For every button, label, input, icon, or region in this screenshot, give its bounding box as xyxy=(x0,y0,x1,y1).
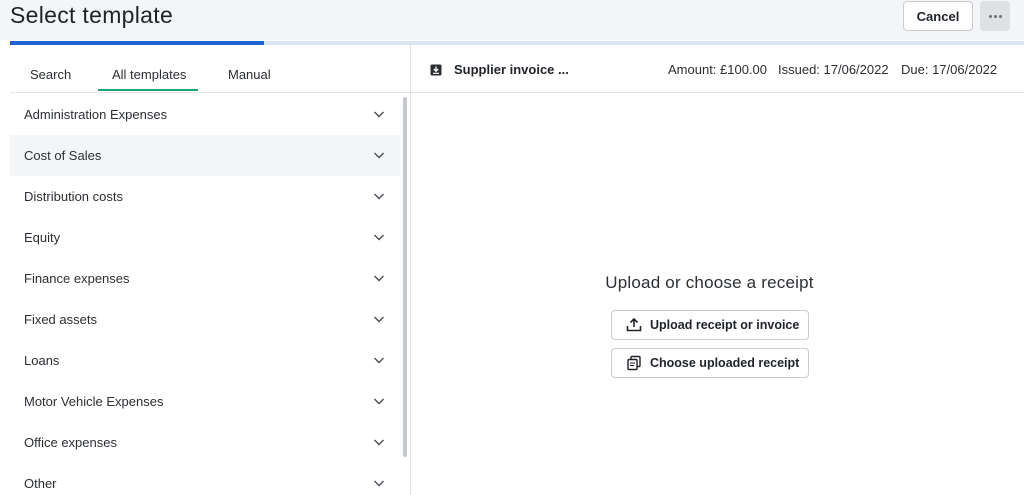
cancel-button[interactable]: Cancel xyxy=(903,1,973,31)
template-tabs: Search All templates Manual xyxy=(10,45,410,93)
tab-manual[interactable]: Manual xyxy=(228,67,271,82)
upload-receipt-button[interactable]: Upload receipt or invoice xyxy=(611,310,809,340)
category-label: Motor Vehicle Expenses xyxy=(24,394,164,409)
choose-uploaded-receipt-button[interactable]: Choose uploaded receipt xyxy=(611,348,809,378)
tab-search[interactable]: Search xyxy=(30,67,71,82)
category-list: Administration Expenses Cost of Sales Dist… xyxy=(10,94,400,495)
chevron-down-icon[interactable] xyxy=(373,395,385,407)
category-item[interactable]: Administration Expenses xyxy=(10,94,400,135)
chevron-down-icon[interactable] xyxy=(373,477,385,489)
chevron-down-icon[interactable] xyxy=(373,231,385,243)
category-item[interactable]: Other xyxy=(10,463,400,495)
category-item[interactable]: Finance expenses xyxy=(10,258,400,299)
download-document-icon[interactable] xyxy=(430,64,442,76)
more-dot-icon xyxy=(998,14,1002,18)
header-bar: Select template Cancel xyxy=(0,0,1024,40)
chevron-down-icon[interactable] xyxy=(373,149,385,161)
category-label: Distribution costs xyxy=(24,189,123,204)
category-item[interactable]: Office expenses xyxy=(10,422,400,463)
category-label: Equity xyxy=(24,230,61,245)
chevron-down-icon[interactable] xyxy=(373,272,385,284)
document-name[interactable]: Supplier invoice ... xyxy=(454,62,569,77)
chevron-down-icon[interactable] xyxy=(373,313,385,325)
category-label: Other xyxy=(24,476,57,491)
more-options-button[interactable] xyxy=(980,1,1010,31)
document-due-date: Due: 17/06/2022 xyxy=(901,62,998,77)
category-item[interactable]: Motor Vehicle Expenses xyxy=(10,381,400,422)
category-item[interactable]: Distribution costs xyxy=(10,176,400,217)
more-dot-icon xyxy=(993,14,997,18)
template-panel: Search All templates Manual Administrati… xyxy=(10,45,411,495)
document-panel: Supplier invoice ... Amount: £100.00 Iss… xyxy=(411,45,1024,495)
category-label: Finance expenses xyxy=(24,271,130,286)
tab-all-templates[interactable]: All templates xyxy=(112,67,186,82)
category-label: Office expenses xyxy=(24,435,117,450)
category-label: Cost of Sales xyxy=(24,148,102,163)
upload-icon xyxy=(626,318,642,332)
scrollbar[interactable] xyxy=(403,97,407,457)
category-item[interactable]: Loans xyxy=(10,340,400,381)
document-issued-date: Issued: 17/06/2022 xyxy=(778,62,889,77)
upload-heading: Upload or choose a receipt xyxy=(605,273,814,292)
chevron-down-icon[interactable] xyxy=(373,190,385,202)
document-info-bar: Supplier invoice ... Amount: £100.00 Iss… xyxy=(411,45,1024,93)
category-item[interactable]: Cost of Sales xyxy=(10,135,400,176)
category-label: Fixed assets xyxy=(24,312,97,327)
document-amount: Amount: £100.00 xyxy=(668,62,768,77)
chevron-down-icon[interactable] xyxy=(373,354,385,366)
category-label: Loans xyxy=(24,353,60,368)
page-title: Select template xyxy=(10,2,174,28)
category-item[interactable]: Fixed assets xyxy=(10,299,400,340)
category-item[interactable]: Equity xyxy=(10,217,400,258)
category-label: Administration Expenses xyxy=(24,107,168,122)
chevron-down-icon[interactable] xyxy=(373,436,385,448)
copy-documents-icon xyxy=(627,355,641,371)
upload-receipt-label: Upload receipt or invoice xyxy=(650,318,800,332)
active-tab-indicator xyxy=(98,89,198,91)
choose-uploaded-receipt-label: Choose uploaded receipt xyxy=(650,356,800,370)
chevron-down-icon[interactable] xyxy=(373,108,385,120)
more-dot-icon xyxy=(988,14,992,18)
